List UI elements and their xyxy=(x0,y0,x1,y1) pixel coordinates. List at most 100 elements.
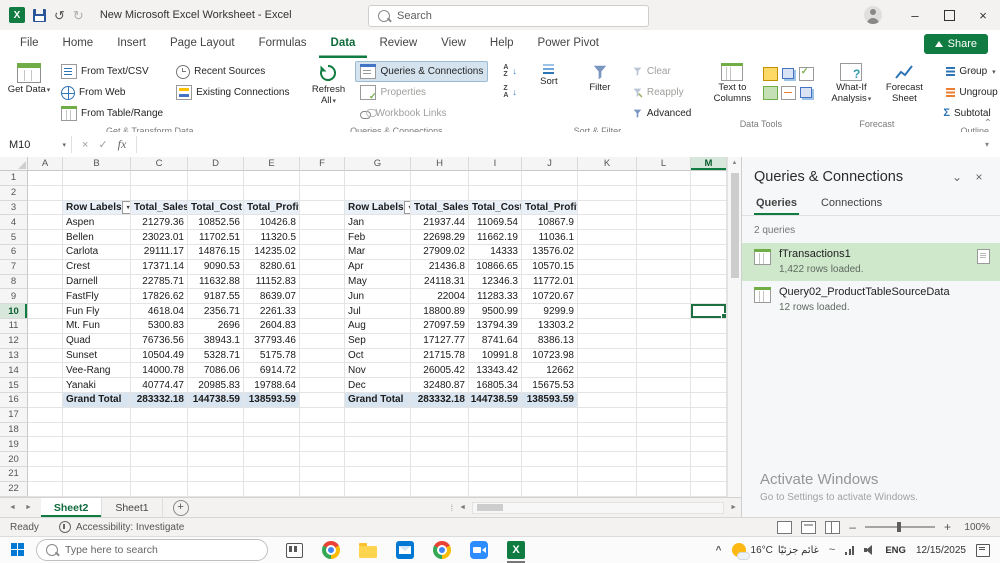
cell-H9[interactable]: 22004 xyxy=(411,289,469,305)
cell-D9[interactable]: 9187.55 xyxy=(188,289,244,305)
cell-B12[interactable]: Quad xyxy=(63,333,131,349)
sort-az-button[interactable]: A Z ↓ xyxy=(498,61,522,82)
cell-D10[interactable]: 2356.71 xyxy=(188,304,244,319)
row-header-9[interactable]: 9 xyxy=(0,289,28,305)
column-header-G[interactable]: G xyxy=(345,157,411,171)
cell-E5[interactable]: 11320.5 xyxy=(244,230,300,245)
cell-F22[interactable] xyxy=(300,481,345,497)
cell-A12[interactable] xyxy=(28,333,63,349)
cell-A7[interactable] xyxy=(28,259,63,275)
cell-A10[interactable] xyxy=(28,304,63,319)
existing-connections-button[interactable]: Existing Connections xyxy=(171,82,294,103)
cell-C19[interactable] xyxy=(131,437,188,453)
cell-G10[interactable]: Jul xyxy=(345,304,411,319)
cell-J19[interactable] xyxy=(522,437,578,453)
column-header-I[interactable]: I xyxy=(469,157,522,171)
column-header-K[interactable]: K xyxy=(578,157,637,171)
cell-A20[interactable] xyxy=(28,452,63,467)
cell-L6[interactable] xyxy=(637,244,691,260)
zoom-out-icon[interactable]: – xyxy=(849,520,856,534)
cell-K22[interactable] xyxy=(578,481,637,497)
cell-A2[interactable] xyxy=(28,185,63,201)
row-header-16[interactable]: 16 xyxy=(0,392,28,408)
cell-M20[interactable] xyxy=(691,452,727,467)
cell-A5[interactable] xyxy=(28,230,63,245)
cell-J20[interactable] xyxy=(522,452,578,467)
queries-connections-toggle-button[interactable]: Queries & Connections xyxy=(355,61,489,82)
cell-L17[interactable] xyxy=(637,407,691,423)
cell-C17[interactable] xyxy=(131,407,188,423)
menu-tab-file[interactable]: File xyxy=(8,30,51,58)
cell-I21[interactable] xyxy=(469,466,522,482)
cell-M18[interactable] xyxy=(691,422,727,438)
menu-tab-help[interactable]: Help xyxy=(478,30,526,58)
cell-K9[interactable] xyxy=(578,289,637,305)
cell-J2[interactable] xyxy=(522,185,578,201)
row-header-12[interactable]: 12 xyxy=(0,333,28,349)
row-header-2[interactable]: 2 xyxy=(0,185,28,201)
cell-E6[interactable]: 14235.02 xyxy=(244,244,300,260)
cell-I16[interactable]: 144738.59 xyxy=(469,392,522,408)
cell-F4[interactable] xyxy=(300,215,345,231)
cell-L16[interactable] xyxy=(637,392,691,408)
cell-H2[interactable] xyxy=(411,185,469,201)
cell-L20[interactable] xyxy=(637,452,691,467)
query-peek-icon[interactable] xyxy=(977,249,990,264)
account-avatar[interactable] xyxy=(864,6,882,24)
cell-D22[interactable] xyxy=(188,481,244,497)
cell-J15[interactable]: 15675.53 xyxy=(522,378,578,393)
from-text-csv-button[interactable]: From Text/CSV xyxy=(56,61,168,82)
cell-K21[interactable] xyxy=(578,466,637,482)
cell-K20[interactable] xyxy=(578,452,637,467)
cell-G3[interactable]: Row Labels▾ xyxy=(345,200,411,216)
pane-close-icon[interactable]: × xyxy=(968,170,990,184)
cell-F5[interactable] xyxy=(300,230,345,245)
row-header-6[interactable]: 6 xyxy=(0,244,28,260)
cell-K8[interactable] xyxy=(578,274,637,290)
cell-A11[interactable] xyxy=(28,318,63,334)
cell-G21[interactable] xyxy=(345,466,411,482)
cell-H6[interactable]: 27909.02 xyxy=(411,244,469,260)
cell-D5[interactable]: 11702.51 xyxy=(188,230,244,245)
cell-D6[interactable]: 14876.15 xyxy=(188,244,244,260)
cell-F8[interactable] xyxy=(300,274,345,290)
cell-L13[interactable] xyxy=(637,348,691,364)
column-header-E[interactable]: E xyxy=(244,157,300,171)
cell-K14[interactable] xyxy=(578,363,637,379)
cell-M2[interactable] xyxy=(691,185,727,201)
cell-I12[interactable]: 8741.64 xyxy=(469,333,522,349)
zoom-taskbar-button[interactable] xyxy=(468,539,490,561)
cell-I14[interactable]: 13343.42 xyxy=(469,363,522,379)
menu-tab-power-pivot[interactable]: Power Pivot xyxy=(526,30,611,58)
row-header-19[interactable]: 19 xyxy=(0,437,28,453)
row-header-20[interactable]: 20 xyxy=(0,452,28,467)
cell-E19[interactable] xyxy=(244,437,300,453)
cell-G12[interactable]: Sep xyxy=(345,333,411,349)
manage-data-model-icon[interactable] xyxy=(800,87,813,98)
cell-D1[interactable] xyxy=(188,171,244,186)
cell-I6[interactable]: 14333 xyxy=(469,244,522,260)
normal-view-icon[interactable] xyxy=(777,520,793,534)
cell-D7[interactable]: 9090.53 xyxy=(188,259,244,275)
cell-F14[interactable] xyxy=(300,363,345,379)
cell-B14[interactable]: Vee-Rang xyxy=(63,363,131,379)
cell-C21[interactable] xyxy=(131,466,188,482)
cell-L8[interactable] xyxy=(637,274,691,290)
cell-J6[interactable]: 13576.02 xyxy=(522,244,578,260)
save-icon[interactable] xyxy=(33,8,46,22)
cell-B11[interactable]: Mt. Fun xyxy=(63,318,131,334)
cell-M5[interactable] xyxy=(691,230,727,245)
cell-M16[interactable] xyxy=(691,392,727,408)
cell-C13[interactable]: 10504.49 xyxy=(131,348,188,364)
cell-F11[interactable] xyxy=(300,318,345,334)
cell-G13[interactable]: Oct xyxy=(345,348,411,364)
cell-L15[interactable] xyxy=(637,378,691,393)
cell-C16[interactable]: 283332.18 xyxy=(131,392,188,408)
cell-G4[interactable]: Jan xyxy=(345,215,411,231)
taskbar-search[interactable]: Type here to search xyxy=(36,539,268,561)
pane-tab-connections[interactable]: Connections xyxy=(819,194,884,215)
cell-M19[interactable] xyxy=(691,437,727,453)
row-header-4[interactable]: 4 xyxy=(0,215,28,231)
cell-K5[interactable] xyxy=(578,230,637,245)
horizontal-scroll-thumb[interactable] xyxy=(477,503,504,511)
